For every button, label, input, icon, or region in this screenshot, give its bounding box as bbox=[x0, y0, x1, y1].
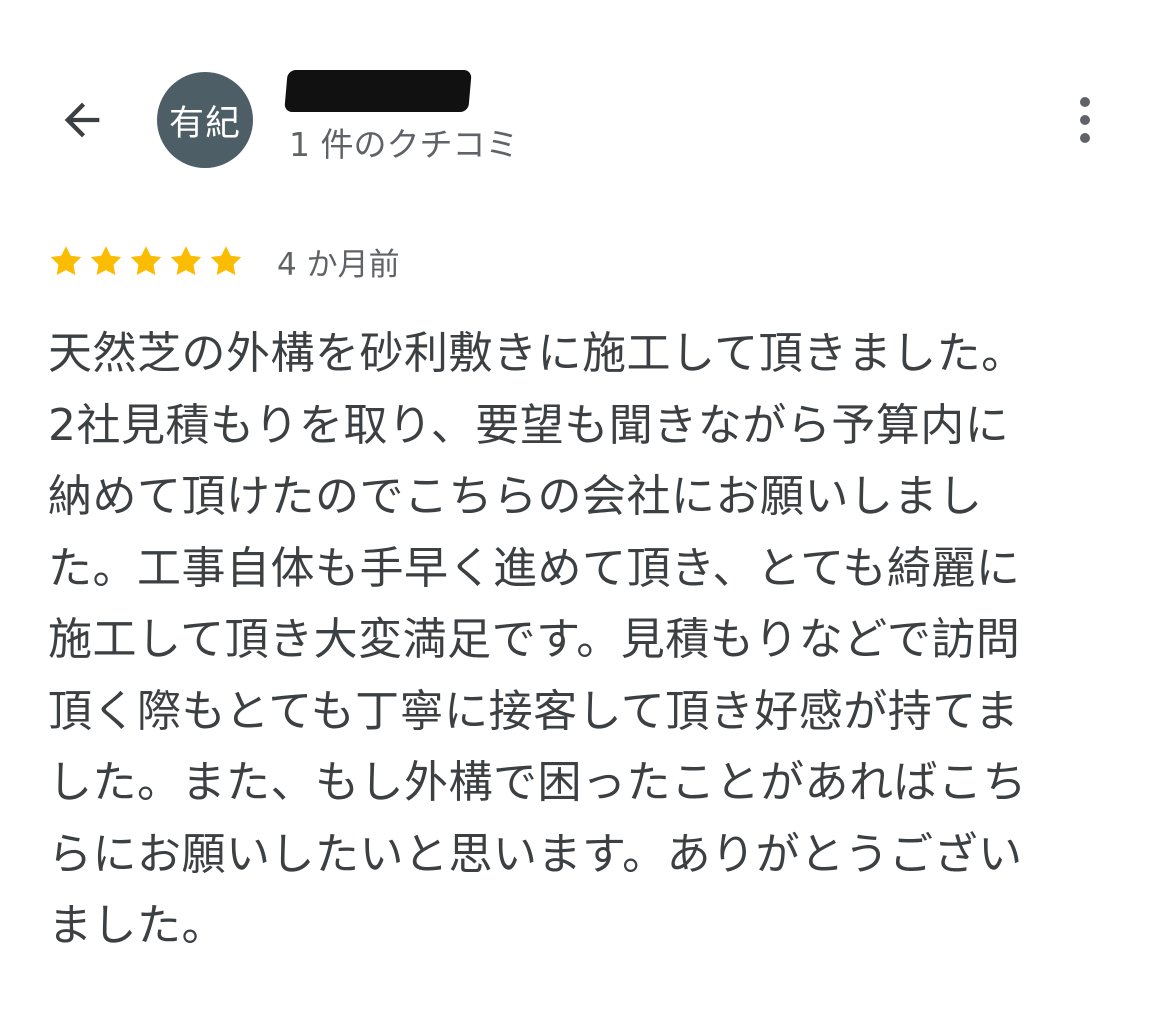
review-text-line: した。また、もし外構で困ったことがあればこち bbox=[48, 757, 1027, 808]
review-text-line: ました。 bbox=[48, 900, 226, 951]
review-text-line: らにお願いしたいと思います。ありがとうござい bbox=[48, 828, 1023, 880]
star-icon bbox=[170, 246, 202, 276]
review-count: 1 件のクチコミ bbox=[289, 125, 519, 164]
star-icon bbox=[50, 246, 82, 276]
star-rating bbox=[47, 242, 255, 280]
review-text-line: 施工して頂き大変満足です。見積もりなどで訪問 bbox=[48, 614, 1021, 665]
back-button[interactable] bbox=[50, 88, 114, 152]
star-icon bbox=[130, 246, 162, 276]
avatar-text: 有紀 bbox=[168, 103, 241, 144]
more-vertical-icon-dot bbox=[1080, 133, 1090, 143]
more-options-button[interactable] bbox=[1060, 90, 1110, 150]
review-text-line: 納めて頂けたのでこちらの会社にお願いしまし bbox=[48, 471, 983, 522]
avatar[interactable]: 有紀 bbox=[157, 72, 253, 168]
review-text: 天然芝の外構を砂利敷きに施工して頂きました。 2社見積もりを取り、要望も聞きなが… bbox=[48, 318, 1133, 962]
review-text-line: た。工事自体も手早く進めて頂き、とても綺麗に bbox=[48, 542, 1021, 594]
review-header: 有紀 redacted 1 件のクチコミ bbox=[0, 0, 1169, 200]
star-icon bbox=[210, 246, 242, 276]
review-text-line: 天然芝の外構を砂利敷きに施工して頂きました。 bbox=[48, 328, 1026, 379]
more-vertical-icon bbox=[1080, 97, 1090, 107]
review-date: 4 か月前 bbox=[277, 246, 400, 283]
arrow-left-icon bbox=[64, 102, 100, 138]
review-text-line: 頂く際もとても丁寧に接客して頂き好感が持てま bbox=[48, 685, 1020, 737]
review-text-line: 2社見積もりを取り、要望も聞きながら予算内に bbox=[48, 399, 1010, 451]
more-vertical-icon-dot bbox=[1080, 115, 1090, 125]
star-icon bbox=[90, 246, 122, 276]
review-meta: 4 か月前 bbox=[47, 240, 400, 283]
reviewer-name-redacted[interactable]: redacted bbox=[284, 70, 472, 112]
